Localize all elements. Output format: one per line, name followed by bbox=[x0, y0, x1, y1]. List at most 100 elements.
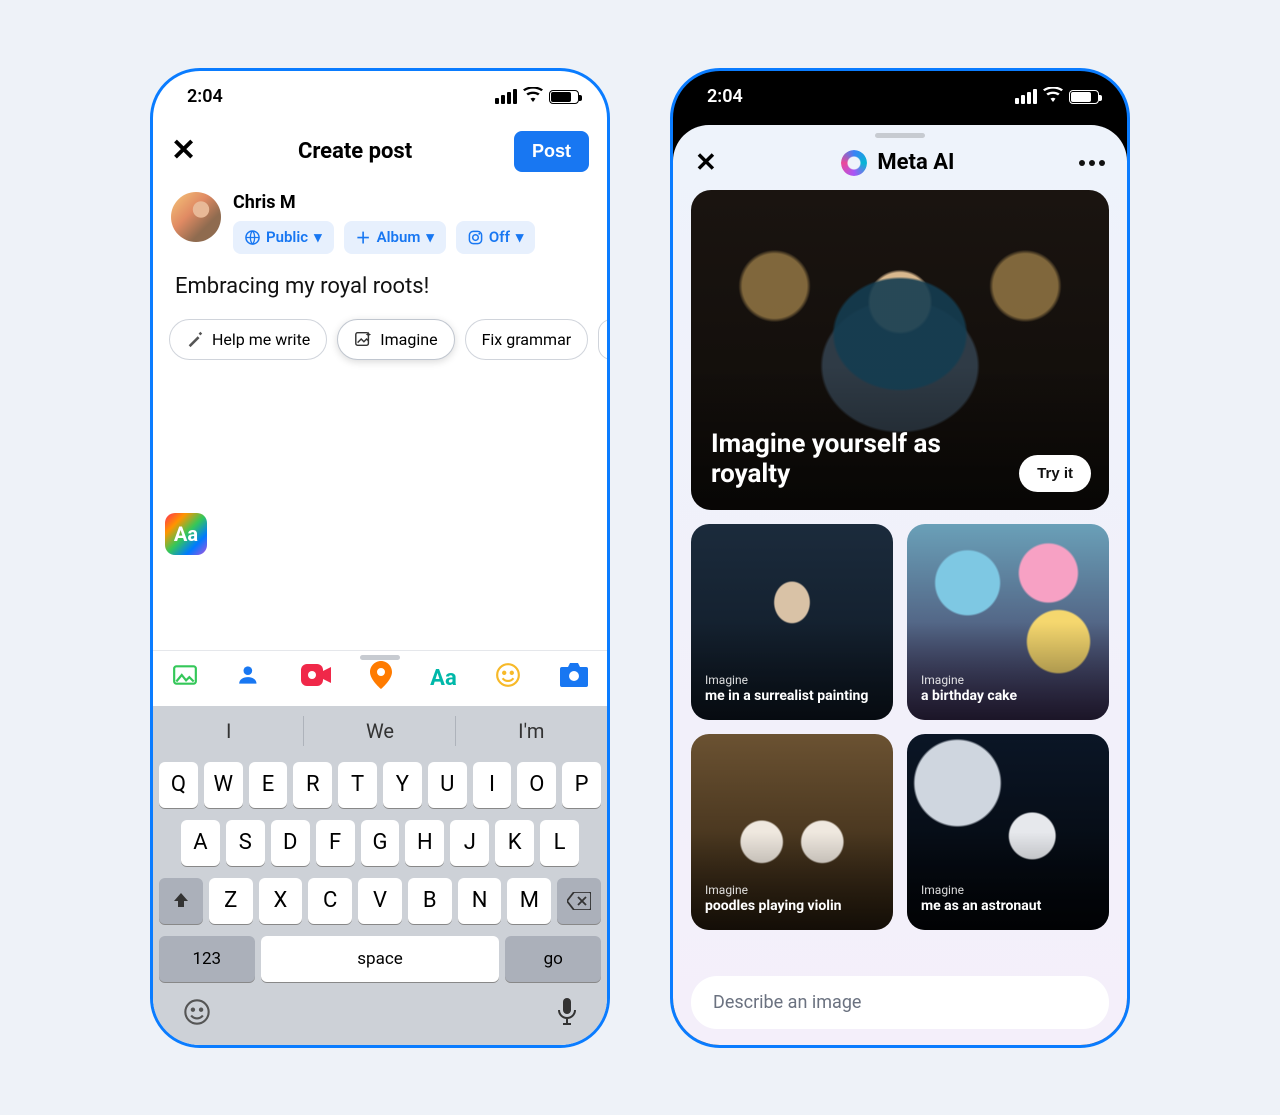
text-styling-button[interactable]: Aa bbox=[165, 513, 207, 555]
backspace-key[interactable] bbox=[557, 878, 601, 924]
help-write-pill[interactable]: Help me write bbox=[169, 319, 327, 360]
status-bar: 2:04 bbox=[673, 71, 1127, 123]
key[interactable]: U bbox=[428, 762, 467, 808]
status-bar: 2:04 bbox=[153, 71, 607, 123]
space-key[interactable]: space bbox=[261, 936, 500, 982]
more-pill[interactable]: I bbox=[598, 319, 607, 360]
key[interactable]: Z bbox=[209, 878, 253, 924]
key-row: Z X C V B N M bbox=[153, 872, 607, 930]
shift-key[interactable] bbox=[159, 878, 203, 924]
instagram-chip[interactable]: Off ▾ bbox=[456, 221, 536, 254]
key[interactable]: H bbox=[405, 820, 444, 866]
more-icon[interactable] bbox=[1079, 160, 1105, 166]
photo-icon[interactable] bbox=[172, 662, 198, 694]
audience-chip[interactable]: Public ▾ bbox=[233, 221, 334, 254]
keyboard-footer bbox=[153, 994, 607, 1045]
feeling-icon[interactable] bbox=[495, 662, 521, 695]
emoji-keyboard-icon[interactable] bbox=[183, 998, 211, 1033]
meta-ai-header: ✕ Meta AI bbox=[673, 144, 1127, 190]
close-icon[interactable]: ✕ bbox=[171, 136, 196, 166]
wifi-icon bbox=[523, 86, 543, 107]
drawer-handle[interactable] bbox=[360, 655, 400, 660]
wand-icon bbox=[186, 330, 204, 348]
phone-meta-ai: 2:04 ✕ Meta AI Imagine yourself as royal… bbox=[670, 68, 1130, 1048]
signal-icon bbox=[495, 89, 517, 104]
key[interactable]: M bbox=[507, 878, 551, 924]
album-chip[interactable]: ＋ Album ▾ bbox=[344, 221, 446, 254]
ai-suggestion-row: Help me write Imagine Fix grammar I bbox=[153, 309, 607, 370]
key[interactable]: A bbox=[181, 820, 220, 866]
fix-grammar-pill[interactable]: Fix grammar bbox=[465, 319, 589, 360]
avatar[interactable] bbox=[171, 192, 221, 242]
hero-card[interactable]: Imagine yourself as royalty Try it bbox=[691, 190, 1109, 510]
typeahead-suggestion[interactable]: We bbox=[304, 706, 455, 756]
composer-text[interactable]: Embracing my royal roots! bbox=[153, 264, 607, 309]
prompt-input[interactable]: Describe an image bbox=[691, 976, 1109, 1029]
key-row: A S D F G H J K L bbox=[153, 814, 607, 872]
author-row: Chris M Public ▾ ＋ Album ▾ Off bbox=[153, 186, 607, 264]
try-it-button[interactable]: Try it bbox=[1019, 455, 1091, 492]
key[interactable]: Q bbox=[159, 762, 198, 808]
meta-ai-title: Meta AI bbox=[841, 150, 954, 176]
chevron-down-icon: ▾ bbox=[314, 228, 322, 246]
key[interactable]: Y bbox=[383, 762, 422, 808]
key[interactable]: W bbox=[204, 762, 243, 808]
clock: 2:04 bbox=[707, 86, 743, 107]
key[interactable]: B bbox=[408, 878, 452, 924]
key[interactable]: P bbox=[562, 762, 601, 808]
key[interactable]: L bbox=[540, 820, 579, 866]
meta-ai-logo-icon bbox=[841, 150, 867, 176]
status-icons bbox=[1015, 86, 1099, 107]
key-row: Q W E R T Y U I O P bbox=[153, 756, 607, 814]
tag-people-icon[interactable] bbox=[237, 662, 263, 694]
globe-icon bbox=[245, 230, 260, 245]
keyboard: I We I'm Q W E R T Y U I O P A S D F bbox=[153, 706, 607, 1045]
imagine-pill[interactable]: Imagine bbox=[337, 319, 454, 360]
camera-icon[interactable] bbox=[560, 663, 588, 693]
location-icon[interactable] bbox=[370, 661, 392, 695]
wifi-icon bbox=[1043, 86, 1063, 107]
hero-headline: Imagine yourself as royalty bbox=[711, 430, 971, 490]
key[interactable]: O bbox=[517, 762, 556, 808]
instagram-icon bbox=[468, 230, 483, 245]
key[interactable]: J bbox=[450, 820, 489, 866]
key[interactable]: F bbox=[316, 820, 355, 866]
imagine-tile-poodles[interactable]: Imaginepoodles playing violin bbox=[691, 734, 893, 930]
media-row: Aa bbox=[153, 650, 607, 706]
video-icon[interactable] bbox=[301, 664, 331, 692]
key[interactable]: S bbox=[226, 820, 265, 866]
imagine-tile-surrealist[interactable]: Imagineme in a surrealist painting bbox=[691, 524, 893, 720]
key[interactable]: C bbox=[308, 878, 352, 924]
image-sparkle-icon bbox=[354, 330, 372, 348]
typeahead-suggestion[interactable]: I bbox=[153, 706, 304, 756]
mic-icon[interactable] bbox=[557, 998, 577, 1033]
close-icon[interactable]: ✕ bbox=[695, 150, 717, 176]
typeahead-suggestion[interactable]: I'm bbox=[456, 706, 607, 756]
imagine-tile-birthday[interactable]: Imaginea birthday cake bbox=[907, 524, 1109, 720]
plus-icon: ＋ bbox=[356, 227, 371, 248]
numeric-key[interactable]: 123 bbox=[159, 936, 255, 982]
post-button[interactable]: Post bbox=[514, 131, 589, 172]
author-name: Chris M bbox=[233, 192, 535, 213]
key[interactable]: D bbox=[271, 820, 310, 866]
key[interactable]: G bbox=[361, 820, 400, 866]
imagine-tile-astronaut[interactable]: Imagineme as an astronaut bbox=[907, 734, 1109, 930]
key-row: 123 space go bbox=[153, 930, 607, 994]
key[interactable]: R bbox=[293, 762, 332, 808]
text-format-icon[interactable]: Aa bbox=[430, 666, 457, 691]
status-icons bbox=[495, 86, 579, 107]
key[interactable]: K bbox=[495, 820, 534, 866]
composer-header: ✕ Create post Post bbox=[153, 123, 607, 186]
key[interactable]: I bbox=[473, 762, 512, 808]
drawer-handle[interactable] bbox=[875, 133, 925, 138]
phone-create-post: 2:04 ✕ Create post Post Chris M Public bbox=[150, 68, 610, 1048]
key[interactable]: X bbox=[259, 878, 303, 924]
go-key[interactable]: go bbox=[505, 936, 601, 982]
chevron-down-icon: ▾ bbox=[426, 228, 434, 246]
key[interactable]: N bbox=[458, 878, 502, 924]
key[interactable]: V bbox=[358, 878, 402, 924]
typeahead-row: I We I'm bbox=[153, 706, 607, 756]
key[interactable]: E bbox=[249, 762, 288, 808]
signal-icon bbox=[1015, 89, 1037, 104]
key[interactable]: T bbox=[338, 762, 377, 808]
